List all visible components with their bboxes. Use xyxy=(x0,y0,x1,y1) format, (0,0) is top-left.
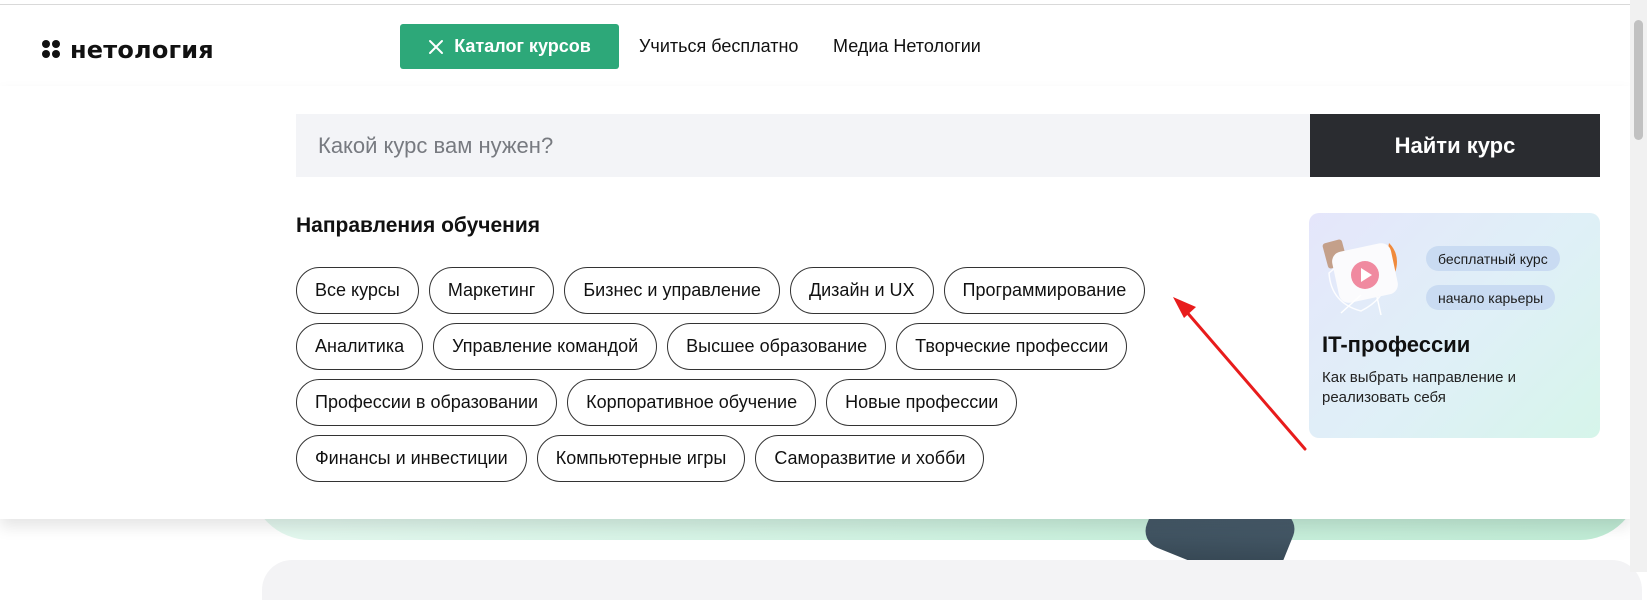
chip-row: Профессии в образовании Корпоративное об… xyxy=(296,379,1226,426)
promo-badge-free: бесплатный курс xyxy=(1426,246,1560,271)
chip-business[interactable]: Бизнес и управление xyxy=(564,267,780,314)
chip-self-development[interactable]: Саморазвитие и хобби xyxy=(755,435,985,482)
chip-marketing[interactable]: Маркетинг xyxy=(428,267,555,314)
chip-row: Финансы и инвестиции Компьютерные игры С… xyxy=(296,435,1226,482)
site-header: нетология Каталог курсов Учиться бесплат… xyxy=(0,5,1630,87)
logo[interactable]: нетология xyxy=(42,36,214,64)
catalog-button-label: Каталог курсов xyxy=(454,36,591,56)
logo-text: нетология xyxy=(70,36,214,64)
chip-team-management[interactable]: Управление командой xyxy=(433,323,658,370)
promo-description: Как выбрать направление и реализовать се… xyxy=(1322,369,1517,406)
promo-title: IT-профессии xyxy=(1322,332,1471,357)
promo-card-it-professions[interactable]: бесплатный курс начало карьеры IT-профес… xyxy=(1309,213,1600,438)
directions-list: Все курсы Маркетинг Бизнес и управление … xyxy=(296,267,1226,491)
course-search: Найти курс xyxy=(296,114,1600,177)
chip-creative-professions[interactable]: Творческие профессии xyxy=(896,323,1128,370)
chip-all-courses[interactable]: Все курсы xyxy=(296,267,419,314)
chip-higher-education[interactable]: Высшее образование xyxy=(667,323,887,370)
chip-finance[interactable]: Финансы и инвестиции xyxy=(296,435,527,482)
page-scrollbar[interactable] xyxy=(1630,0,1647,572)
catalog-button[interactable]: Каталог курсов xyxy=(400,24,619,69)
chip-analytics[interactable]: Аналитика xyxy=(296,323,424,370)
promo-badge-career: начало карьеры xyxy=(1426,285,1556,310)
promo-illustration-icon xyxy=(1322,239,1398,316)
search-input[interactable] xyxy=(296,114,1310,177)
chip-row: Все курсы Маркетинг Бизнес и управление … xyxy=(296,267,1226,314)
chip-row: Аналитика Управление командой Высшее обр… xyxy=(296,323,1226,370)
logo-icon xyxy=(42,40,62,60)
chip-new-professions[interactable]: Новые профессии xyxy=(826,379,1018,426)
chip-corporate-training[interactable]: Корпоративное обучение xyxy=(567,379,817,426)
search-button[interactable]: Найти курс xyxy=(1310,114,1600,177)
background-card xyxy=(262,560,1642,600)
catalog-dropdown: Найти курс Направления обучения Все курс… xyxy=(0,86,1630,519)
chip-games[interactable]: Компьютерные игры xyxy=(536,435,746,482)
scrollbar-thumb[interactable] xyxy=(1634,20,1643,140)
close-icon xyxy=(429,39,444,54)
nav-link-media[interactable]: Медиа Нетологии xyxy=(833,36,981,57)
chip-education-professions[interactable]: Профессии в образовании xyxy=(296,379,558,426)
chip-design[interactable]: Дизайн и UX xyxy=(789,267,934,314)
directions-title: Направления обучения xyxy=(296,214,541,237)
nav-link-learn-free[interactable]: Учиться бесплатно xyxy=(639,36,798,57)
chip-programming[interactable]: Программирование xyxy=(943,267,1146,314)
